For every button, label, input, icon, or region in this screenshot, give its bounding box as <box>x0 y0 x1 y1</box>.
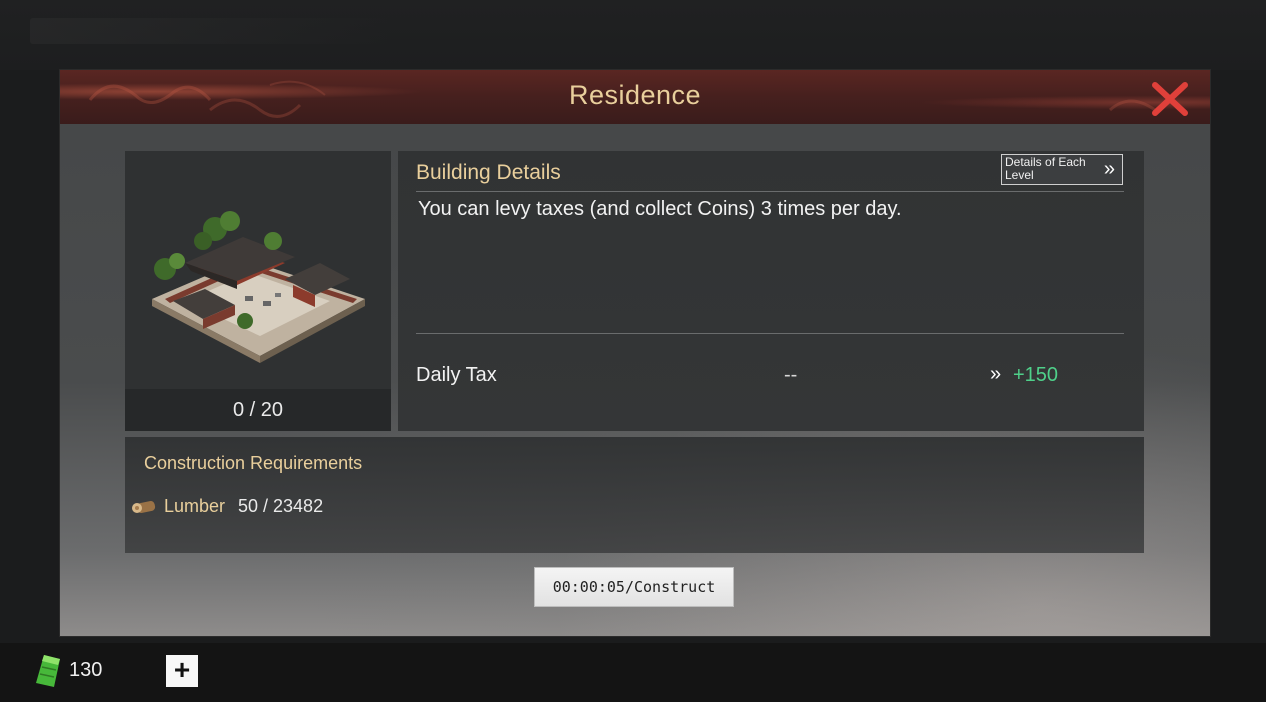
upgrade-arrow-icon: » <box>990 363 1002 385</box>
bottom-resource-bar: 130 + <box>0 643 1266 702</box>
lumber-icon <box>132 500 156 514</box>
construct-button[interactable]: 00:00:05/Construct <box>534 567 734 607</box>
close-x-icon <box>1152 82 1188 116</box>
building-details-heading: Building Details <box>416 161 561 184</box>
building-image <box>125 151 391 389</box>
close-button[interactable] <box>1150 81 1190 117</box>
daily-tax-current: -- <box>784 364 798 386</box>
background-top-bar <box>0 0 1266 70</box>
add-jade-button[interactable]: + <box>166 655 198 687</box>
dialog-title: Residence <box>568 80 702 110</box>
building-description: You can levy taxes (and collect Coins) 3… <box>418 198 902 220</box>
double-chevron-right-icon: » <box>1103 158 1115 180</box>
daily-tax-next: +150 <box>1013 364 1059 386</box>
requirement-name: Lumber <box>164 496 226 516</box>
construction-requirements-panel: Construction Requirements Lumber 50 / 23… <box>125 437 1144 553</box>
building-details-panel: Building Details Details of Each Level »… <box>398 151 1144 431</box>
building-level: 0 / 20 <box>125 389 391 431</box>
building-image-panel: 0 / 20 <box>125 151 391 431</box>
divider <box>416 191 1124 192</box>
daily-tax-label: Daily Tax <box>416 364 497 386</box>
residence-building-icon <box>152 211 365 363</box>
dialog-titlebar: Residence <box>60 70 1210 124</box>
details-button-label: Details of Each Level <box>1005 155 1086 182</box>
jade-icon <box>36 655 60 687</box>
residence-dialog: Residence 0 / 20 Building Details Detail… <box>60 70 1210 636</box>
requirement-value: 50 / 23482 <box>238 496 324 516</box>
jade-amount: 130 <box>69 659 103 681</box>
divider <box>416 333 1124 334</box>
details-of-each-level-button[interactable]: Details of Each Level » <box>1001 154 1123 185</box>
background-title-ghost <box>30 18 390 44</box>
requirements-heading: Construction Requirements <box>144 453 363 473</box>
